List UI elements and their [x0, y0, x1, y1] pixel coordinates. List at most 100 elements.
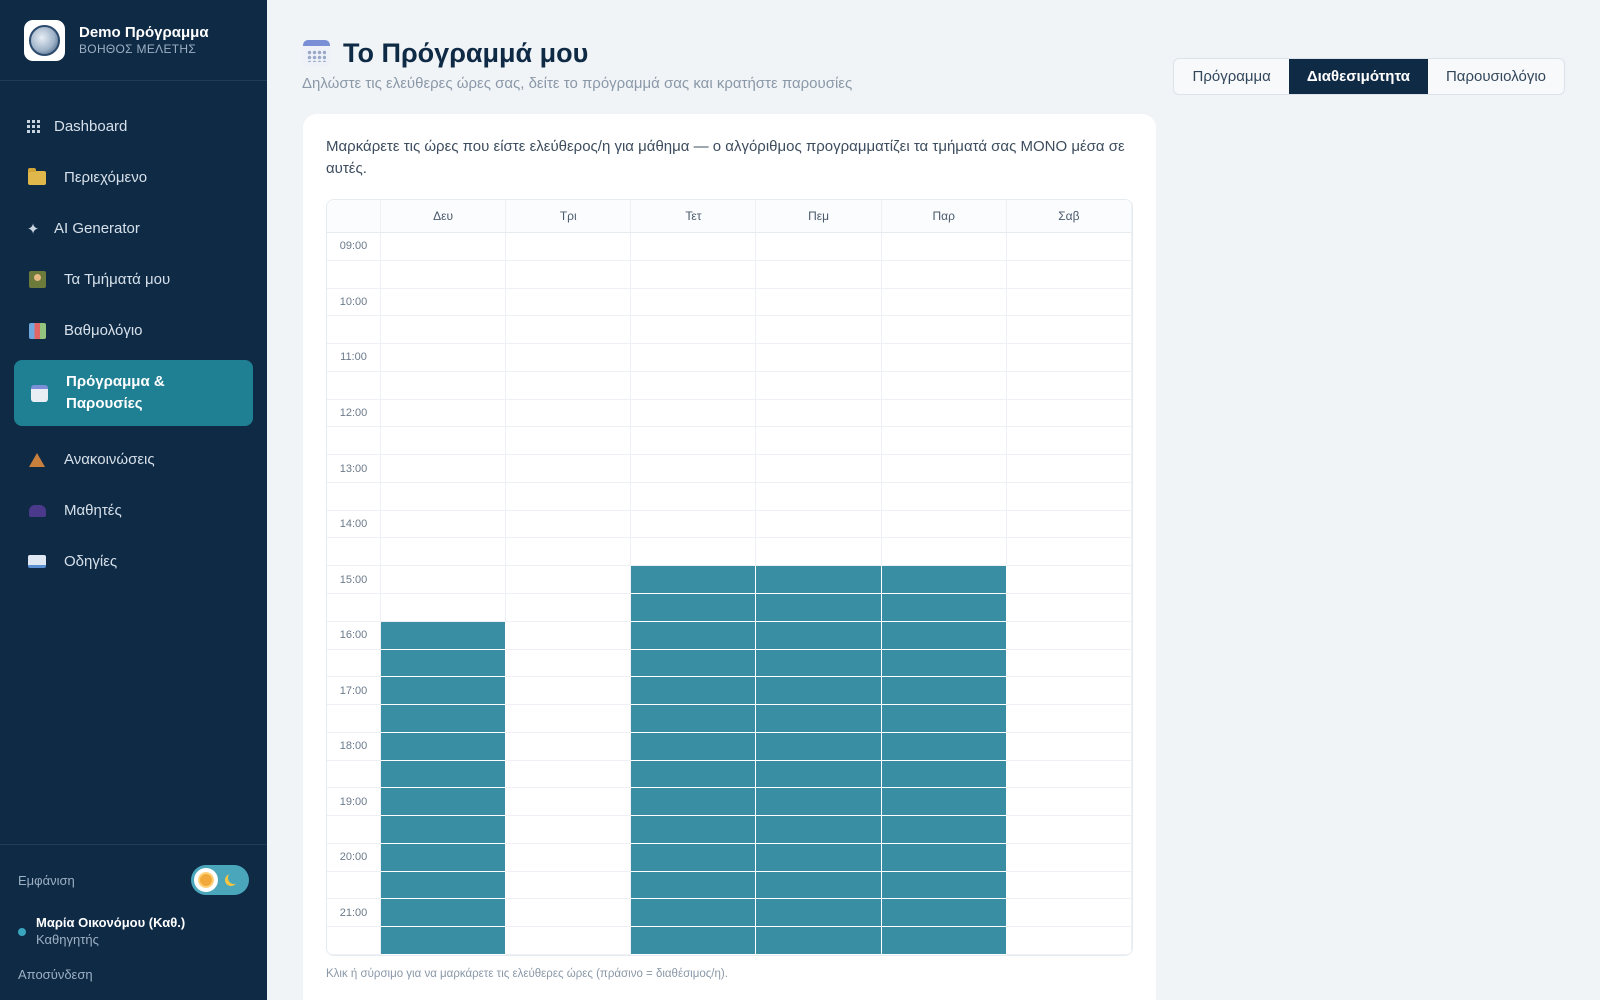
availability-slot[interactable] [381, 288, 507, 317]
availability-slot[interactable] [506, 260, 632, 289]
availability-slot[interactable] [506, 371, 632, 400]
availability-slot[interactable] [1006, 288, 1132, 317]
availability-slot[interactable] [881, 427, 1007, 456]
availability-slot[interactable] [756, 427, 882, 456]
availability-slot[interactable] [631, 344, 757, 372]
availability-slot[interactable] [1006, 427, 1132, 456]
availability-slot[interactable] [506, 455, 632, 483]
sidebar-item-gradebook[interactable]: Βαθμολόγιο [0, 305, 267, 356]
availability-slot[interactable] [631, 871, 757, 900]
availability-slot[interactable] [756, 344, 882, 372]
availability-slot[interactable] [1006, 760, 1132, 789]
availability-slot[interactable] [756, 871, 882, 900]
availability-slot[interactable] [381, 843, 507, 872]
availability-slot[interactable] [756, 649, 882, 678]
availability-slot[interactable] [506, 621, 632, 650]
availability-slot[interactable] [506, 566, 632, 594]
availability-slot[interactable] [1006, 566, 1132, 594]
availability-slot[interactable] [1006, 843, 1132, 872]
availability-slot[interactable] [506, 288, 632, 317]
availability-slot[interactable] [756, 593, 882, 622]
sidebar-item-dashboard[interactable]: Dashboard [0, 101, 267, 152]
availability-slot[interactable] [631, 788, 757, 817]
availability-slot[interactable] [381, 482, 507, 511]
sidebar-item-ai-generator[interactable]: ✦ AI Generator [0, 203, 267, 254]
availability-slot[interactable] [881, 316, 1007, 345]
availability-slot[interactable] [881, 760, 1007, 789]
availability-slot[interactable] [506, 316, 632, 345]
availability-slot[interactable] [881, 899, 1007, 928]
availability-slot[interactable] [1006, 233, 1132, 261]
availability-slot[interactable] [881, 649, 1007, 678]
availability-slot[interactable] [756, 316, 882, 345]
availability-slot[interactable] [881, 399, 1007, 428]
availability-slot[interactable] [881, 788, 1007, 817]
availability-slot[interactable] [506, 482, 632, 511]
availability-slot[interactable] [881, 816, 1007, 844]
availability-slot[interactable] [381, 705, 507, 733]
availability-slot[interactable] [756, 371, 882, 400]
availability-slot[interactable] [506, 593, 632, 622]
availability-slot[interactable] [506, 705, 632, 733]
availability-slot[interactable] [1006, 649, 1132, 678]
availability-slot[interactable] [1006, 871, 1132, 900]
availability-slot[interactable] [1006, 899, 1132, 928]
availability-slot[interactable] [381, 899, 507, 928]
sidebar-item-announcements[interactable]: Ανακοινώσεις [0, 434, 267, 485]
availability-slot[interactable] [881, 344, 1007, 372]
availability-slot[interactable] [1006, 260, 1132, 289]
tab-attendance[interactable]: Παρουσιολόγιο [1428, 59, 1564, 94]
availability-slot[interactable] [631, 399, 757, 428]
availability-slot[interactable] [506, 510, 632, 539]
availability-slot[interactable] [881, 233, 1007, 261]
availability-slot[interactable] [631, 371, 757, 400]
availability-slot[interactable] [1006, 927, 1132, 955]
availability-slot[interactable] [381, 510, 507, 539]
availability-slot[interactable] [381, 566, 507, 594]
availability-slot[interactable] [756, 927, 882, 955]
availability-slot[interactable] [381, 399, 507, 428]
availability-slot[interactable] [506, 399, 632, 428]
availability-slot[interactable] [756, 399, 882, 428]
availability-slot[interactable] [631, 427, 757, 456]
availability-slot[interactable] [1006, 816, 1132, 844]
availability-slot[interactable] [881, 371, 1007, 400]
availability-slot[interactable] [381, 732, 507, 761]
availability-slot[interactable] [381, 788, 507, 817]
availability-slot[interactable] [881, 621, 1007, 650]
availability-slot[interactable] [756, 538, 882, 567]
availability-slot[interactable] [631, 233, 757, 261]
availability-slot[interactable] [1006, 510, 1132, 539]
availability-slot[interactable] [631, 455, 757, 483]
availability-slot[interactable] [381, 621, 507, 650]
tab-schedule[interactable]: Πρόγραμμα [1174, 59, 1288, 94]
availability-slot[interactable] [631, 260, 757, 289]
availability-slot[interactable] [756, 760, 882, 789]
availability-slot[interactable] [1006, 621, 1132, 650]
availability-slot[interactable] [756, 260, 882, 289]
availability-slot[interactable] [631, 593, 757, 622]
availability-slot[interactable] [506, 871, 632, 900]
availability-slot[interactable] [631, 927, 757, 955]
availability-slot[interactable] [1006, 344, 1132, 372]
availability-slot[interactable] [881, 538, 1007, 567]
availability-slot[interactable] [631, 732, 757, 761]
availability-slot[interactable] [506, 816, 632, 844]
availability-slot[interactable] [881, 482, 1007, 511]
availability-slot[interactable] [381, 816, 507, 844]
availability-slot[interactable] [756, 899, 882, 928]
availability-slot[interactable] [631, 621, 757, 650]
theme-toggle[interactable] [191, 865, 249, 895]
availability-slot[interactable] [1006, 593, 1132, 622]
availability-slot[interactable] [881, 927, 1007, 955]
logout-link[interactable]: Αποσύνδεση [18, 967, 93, 982]
availability-slot[interactable] [631, 649, 757, 678]
availability-slot[interactable] [881, 593, 1007, 622]
availability-slot[interactable] [381, 260, 507, 289]
availability-slot[interactable] [381, 871, 507, 900]
availability-slot[interactable] [381, 316, 507, 345]
availability-slot[interactable] [1006, 482, 1132, 511]
availability-slot[interactable] [1006, 677, 1132, 706]
availability-slot[interactable] [381, 649, 507, 678]
availability-slot[interactable] [756, 566, 882, 594]
